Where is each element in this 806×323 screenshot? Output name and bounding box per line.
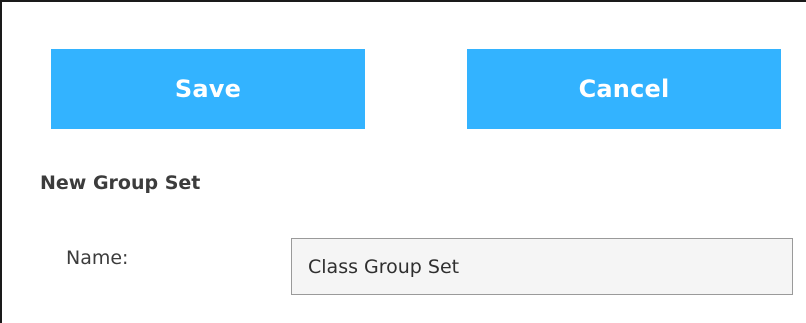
cancel-button[interactable]: Cancel <box>467 49 781 129</box>
name-input[interactable] <box>291 238 793 295</box>
section-title: New Group Set <box>40 172 201 194</box>
name-label: Name: <box>66 247 129 269</box>
group-set-form-panel: Save Cancel New Group Set Name: <box>0 0 806 323</box>
save-button[interactable]: Save <box>51 49 365 129</box>
